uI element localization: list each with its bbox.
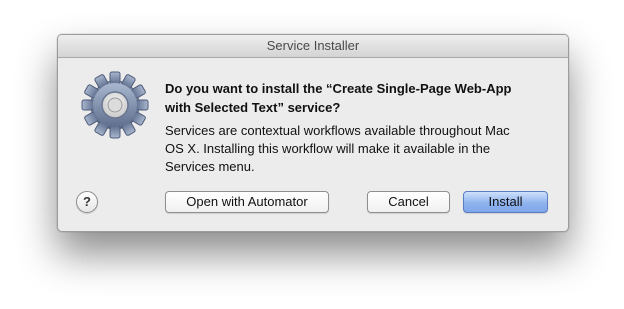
gear-icon — [81, 71, 149, 139]
dialog-heading: Do you want to install the “Create Singl… — [165, 79, 555, 117]
heading-line-2: with Selected Text” service? — [165, 100, 341, 115]
cancel-button[interactable]: Cancel — [367, 191, 450, 213]
title-bar[interactable]: Service Installer — [58, 35, 568, 58]
message-line-1: Services are contextual workflows availa… — [165, 123, 510, 138]
install-button[interactable]: Install — [463, 191, 548, 213]
screen: Service Installer Do you want to install… — [0, 0, 624, 309]
open-with-automator-button[interactable]: Open with Automator — [165, 191, 329, 213]
heading-line-1: Do you want to install the “Create Singl… — [165, 81, 512, 96]
message-line-3: Services menu. — [165, 159, 255, 174]
service-installer-dialog: Service Installer Do you want to install… — [57, 34, 569, 232]
dialog-message: Services are contextual workflows availa… — [165, 122, 555, 176]
help-button[interactable]: ? — [76, 191, 98, 213]
message-line-2: OS X. Installing this workflow will make… — [165, 141, 491, 156]
window-title: Service Installer — [266, 38, 360, 53]
